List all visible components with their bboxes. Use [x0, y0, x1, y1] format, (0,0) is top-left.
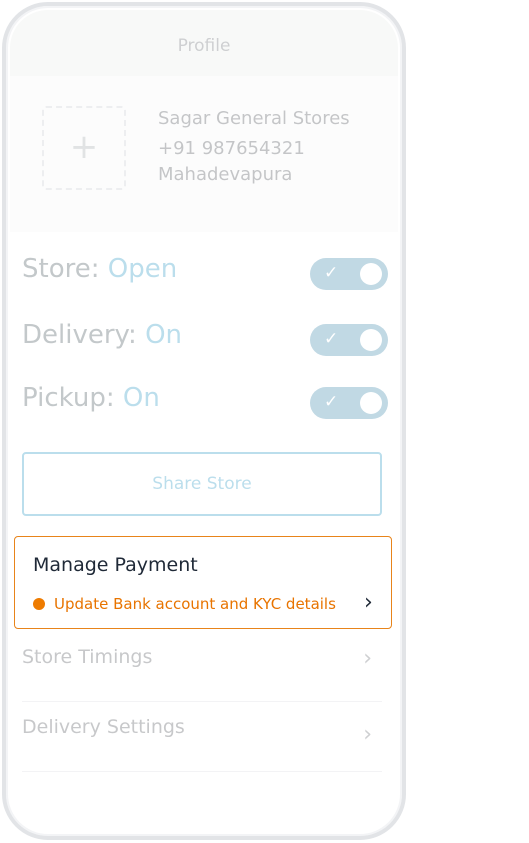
check-icon: ✓	[324, 329, 339, 349]
chevron-right-icon: ›	[363, 646, 372, 671]
chevron-right-icon: ›	[364, 590, 373, 615]
toggle-knob	[360, 329, 382, 351]
page-title: Profile	[177, 36, 231, 56]
delivery-status-row: Delivery: On ✓	[22, 320, 392, 360]
chevron-right-icon: ›	[363, 722, 372, 747]
store-status-value: Open	[107, 254, 178, 284]
pickup-status-label: Pickup: On	[22, 383, 160, 413]
store-status-toggle[interactable]: ✓	[310, 258, 388, 290]
delivery-status-label: Delivery: On	[22, 320, 183, 350]
toggle-knob	[360, 392, 382, 414]
delivery-toggle[interactable]: ✓	[310, 324, 388, 356]
pickup-status-row: Pickup: On ✓	[22, 383, 392, 423]
warning-dot-icon	[33, 598, 45, 610]
share-store-button[interactable]: Share Store	[22, 452, 382, 516]
check-icon: ✓	[324, 392, 339, 412]
phone-frame: Profile + Sagar General Stores +91 98765…	[2, 2, 406, 840]
menu-item-store-timings[interactable]: Store Timings ›	[22, 632, 382, 702]
store-phone: +91 987654321	[158, 138, 305, 159]
manage-payment-card[interactable]: Manage Payment Update Bank account and K…	[14, 536, 392, 629]
delivery-status-value: On	[145, 320, 183, 350]
store-status-label: Store: Open	[22, 254, 178, 284]
pickup-toggle[interactable]: ✓	[310, 387, 388, 419]
plus-icon: +	[69, 127, 99, 167]
check-icon: ✓	[324, 263, 339, 283]
manage-payment-title: Manage Payment	[33, 554, 198, 576]
store-photo-upload[interactable]: +	[42, 106, 126, 190]
menu-item-delivery-settings[interactable]: Delivery Settings ›	[22, 702, 382, 772]
menu-item-label: Store Timings	[22, 646, 153, 668]
toggle-knob	[360, 263, 382, 285]
kyc-warning-text: Update Bank account and KYC details	[54, 595, 336, 613]
pickup-status-value: On	[122, 383, 160, 413]
store-status-row: Store: Open ✓	[22, 254, 392, 294]
store-info: + Sagar General Stores +91 987654321 Mah…	[10, 76, 398, 232]
profile-screen: Profile + Sagar General Stores +91 98765…	[10, 10, 398, 832]
store-name: Sagar General Stores	[158, 108, 350, 129]
store-area: Mahadevapura	[158, 164, 293, 185]
app-header: Profile	[10, 10, 398, 76]
menu-item-label: Delivery Settings	[22, 716, 185, 738]
